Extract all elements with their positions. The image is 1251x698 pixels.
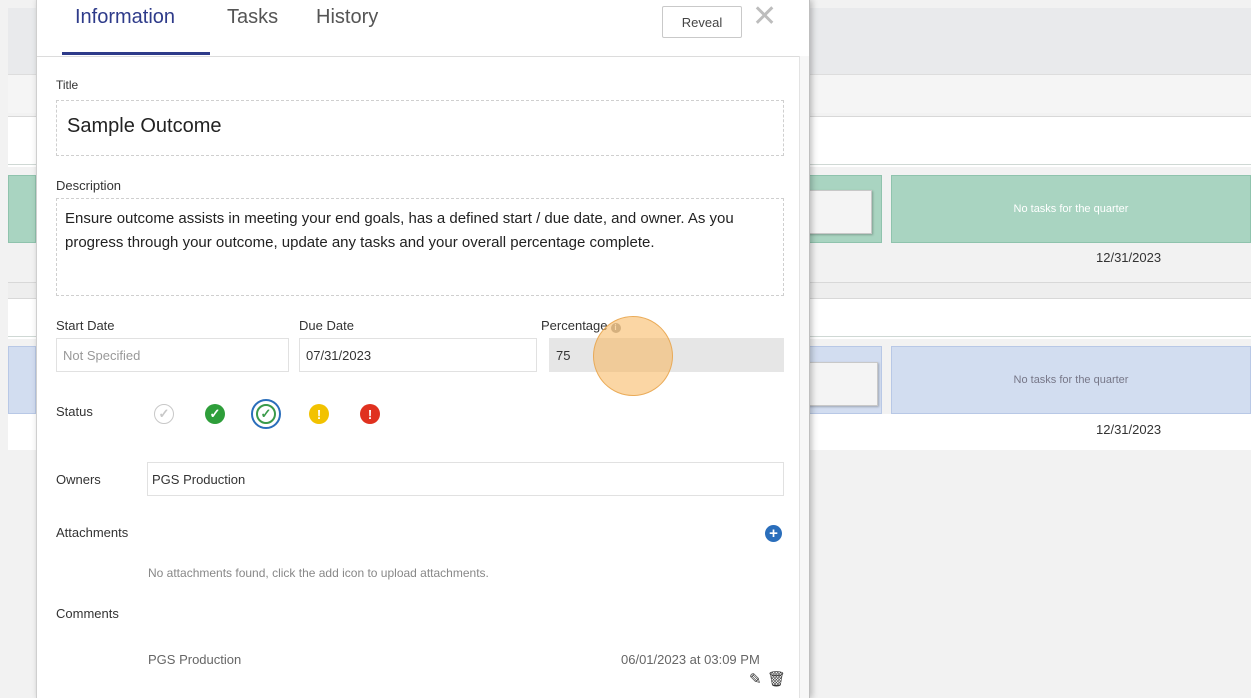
status-off-track-icon[interactable]: ! (360, 404, 380, 424)
status-label: Status (56, 404, 93, 419)
title-field[interactable]: Sample Outcome (56, 100, 784, 156)
close-icon[interactable]: ✕ (752, 2, 777, 32)
due-date-field[interactable]: 07/31/2023 (299, 338, 537, 372)
tab-tasks[interactable]: Tasks (227, 6, 278, 29)
active-tab-indicator (62, 52, 210, 55)
delete-comment-icon[interactable]: 🗑 (767, 670, 786, 688)
quarter-cell-text: No tasks for the quarter (1013, 374, 1129, 386)
description-field[interactable]: Ensure outcome assists in meeting your e… (56, 198, 784, 296)
comment-timestamp: 06/01/2023 at 03:09 PM (621, 652, 760, 667)
owners-field[interactable]: PGS Production (147, 462, 784, 496)
tab-history[interactable]: History (316, 6, 378, 29)
percentage-label-text: Percentage (541, 318, 608, 333)
tab-information[interactable]: Information (75, 6, 175, 29)
info-icon[interactable]: i (610, 322, 621, 333)
start-date-label: Start Date (56, 318, 115, 333)
percentage-field[interactable]: 75 (549, 338, 784, 372)
quarter-date: 12/31/2023 (1096, 422, 1162, 437)
title-value: Sample Outcome (67, 115, 222, 137)
description-value: Ensure outcome assists in meeting your e… (65, 210, 734, 251)
attachments-label: Attachments (56, 525, 129, 540)
reveal-button[interactable]: Reveal (662, 6, 742, 38)
status-not-started-icon[interactable]: ✓ (154, 404, 174, 424)
attachments-empty-text: No attachments found, click the add icon… (148, 566, 489, 580)
due-date-label: Due Date (299, 318, 354, 333)
status-on-track-icon[interactable]: ✓ (205, 404, 225, 424)
panel-scrollbar[interactable] (799, 56, 809, 698)
edit-comment-icon[interactable]: ✎ (749, 670, 762, 688)
description-label: Description (56, 178, 122, 193)
add-attachment-icon[interactable]: + (765, 525, 782, 542)
tab-bar: Information Tasks History Reveal ✕ (37, 0, 809, 57)
quarter-date: 12/31/2023 (1096, 250, 1162, 265)
comment-author: PGS Production (148, 652, 242, 667)
owners-label: Owners (56, 472, 101, 487)
status-at-risk-icon[interactable]: ! (309, 404, 329, 424)
start-date-field[interactable]: Not Specified (56, 338, 289, 372)
percentage-label: Percentage i (541, 318, 621, 333)
outcome-detail-panel: Information Tasks History Reveal ✕ Title… (36, 0, 810, 698)
status-complete-icon[interactable]: ✓ (256, 404, 276, 424)
quarter-cell-1[interactable]: No tasks for the quarter (891, 175, 1251, 243)
comments-label: Comments (56, 606, 119, 621)
title-label: Title (56, 78, 79, 92)
quarter-cell-text: No tasks for the quarter (1013, 203, 1129, 215)
quarter-cell-2[interactable]: No tasks for the quarter (891, 346, 1251, 414)
